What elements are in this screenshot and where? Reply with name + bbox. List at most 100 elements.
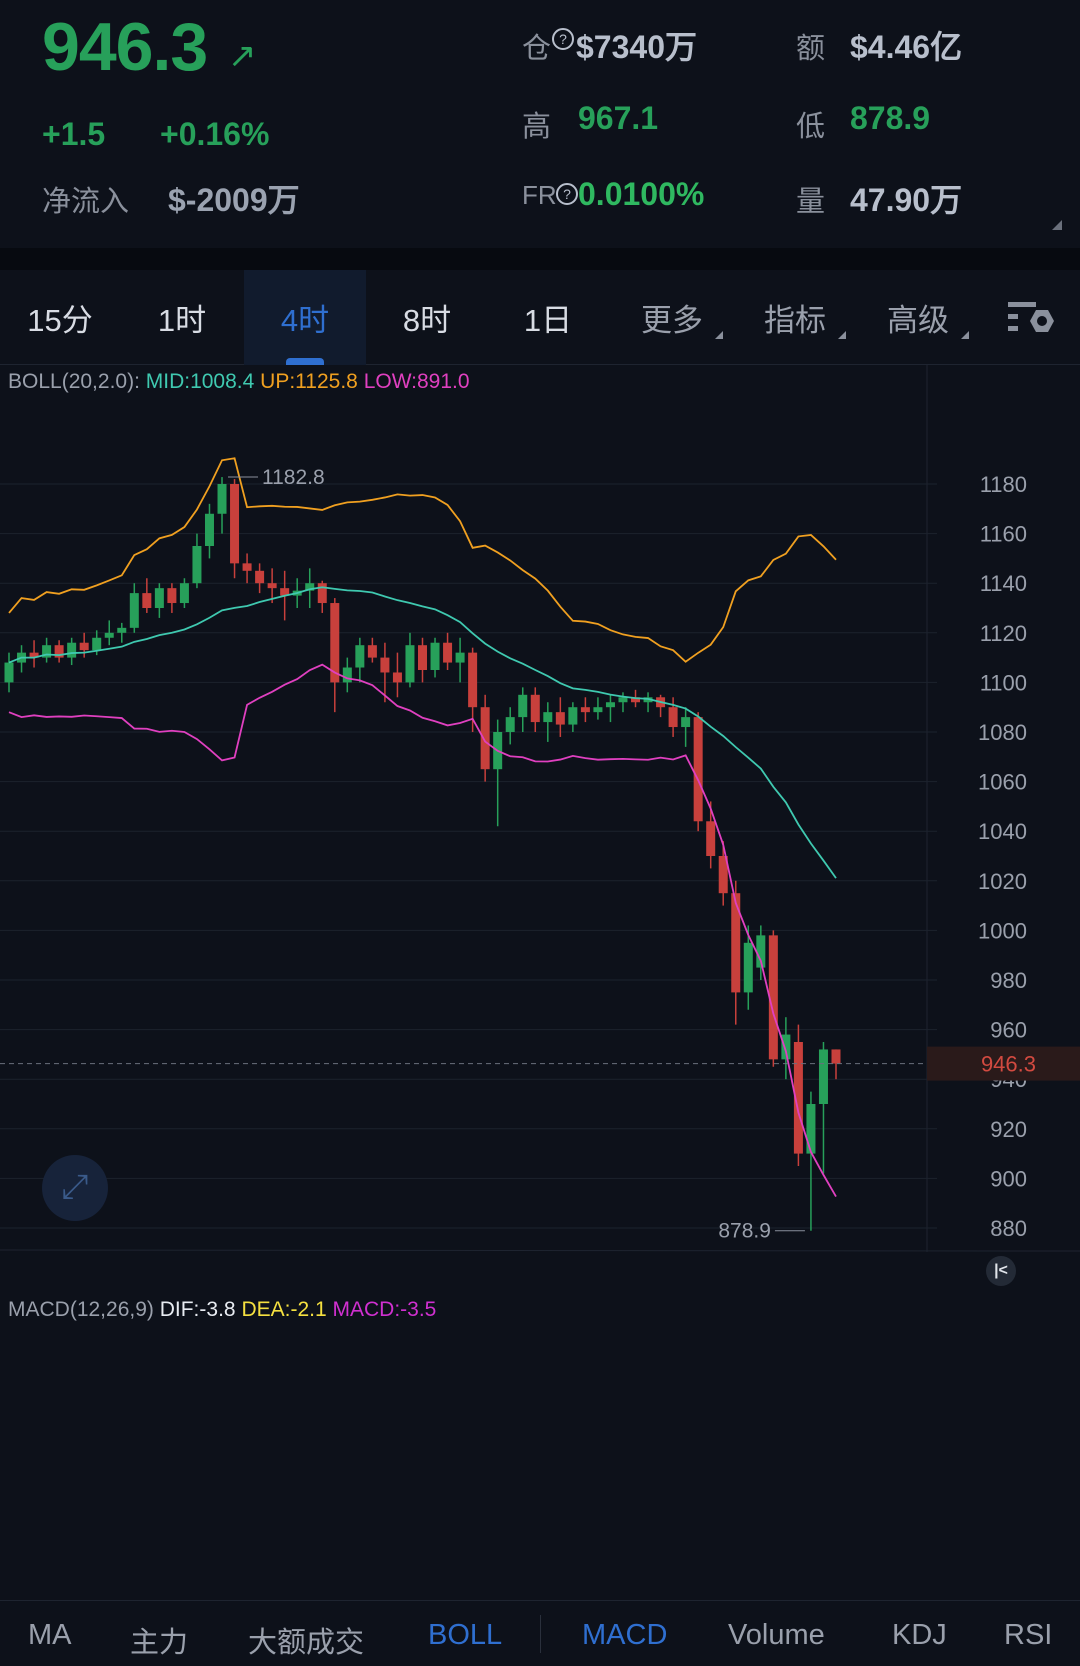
tab-more[interactable]: 更多 [617, 270, 727, 365]
candle-body [518, 694, 528, 718]
tab-4h[interactable]: 4时 [244, 270, 366, 365]
candle-body [217, 484, 227, 514]
candle-body [743, 942, 753, 993]
price-change: +1.5 [42, 116, 106, 152]
tab-15m[interactable]: 15分 [5, 270, 115, 365]
candle-body [443, 642, 453, 663]
candle-body [806, 1104, 816, 1154]
tab-label: 高级 [887, 303, 949, 338]
price-tick: 880 [990, 1216, 1027, 1241]
candle-body [255, 570, 265, 584]
candle-body [706, 821, 716, 856]
price-tick: 920 [990, 1117, 1027, 1142]
dropdown-icon [715, 331, 723, 339]
fr-label: FR [522, 180, 557, 210]
price-tick: 1100 [980, 670, 1027, 695]
tab-macd[interactable]: MACD [582, 1619, 667, 1652]
candle-body [167, 588, 177, 604]
macd-value: MACD:-3.5 [332, 1298, 437, 1321]
boll-upper-line [8, 457, 837, 663]
tab-8h[interactable]: 8时 [372, 270, 482, 365]
tab-ma[interactable]: MA [28, 1619, 72, 1652]
price-tick: 1060 [978, 770, 1027, 795]
candle-body [367, 645, 377, 658]
high-value: 967.1 [578, 100, 659, 136]
candle-body [580, 707, 590, 713]
candle-body [317, 583, 327, 604]
candle-body [392, 672, 402, 683]
volume-label: 量 [796, 186, 826, 218]
tab-label: 8时 [402, 303, 452, 338]
price-tick: 1020 [978, 869, 1027, 894]
candle-body [67, 642, 77, 658]
trend-up-arrow-icon: ↗ [228, 37, 257, 75]
tab-boll[interactable]: BOLL [428, 1619, 502, 1652]
low-marker: 878.9 [718, 1220, 771, 1243]
candle-body [79, 642, 89, 651]
turnover-value: $4.46亿 [850, 29, 963, 65]
macd-title: MACD(12,26,9) [8, 1298, 154, 1321]
volume-value: 47.90万 [850, 182, 963, 218]
tab-kdj[interactable]: KDJ [892, 1619, 947, 1652]
candle-body [267, 583, 277, 589]
candle-body [455, 652, 465, 663]
candle-body [418, 645, 427, 670]
candle-body [668, 707, 678, 728]
price-tick: 1080 [978, 720, 1027, 745]
price-tick: 1140 [980, 571, 1027, 596]
tab-indicators[interactable]: 指标 [740, 270, 850, 365]
candle-body [92, 637, 102, 651]
candle-body [405, 645, 415, 683]
candle-body [430, 642, 440, 670]
candle-body [505, 717, 515, 732]
candle-body [242, 563, 252, 571]
tab-rsi[interactable]: RSI [1004, 1619, 1052, 1652]
indicator-tabs: MA 主力 大额成交 BOLL MACD Volume KDJ RSI [0, 1600, 1080, 1666]
divider [0, 1249, 1080, 1252]
candle-body [543, 712, 553, 723]
tab-volume[interactable]: Volume [728, 1619, 825, 1652]
price-tick: 900 [990, 1166, 1027, 1191]
tab-large-trades[interactable]: 大额成交 [248, 1619, 364, 1661]
tab-1h[interactable]: 1时 [127, 270, 237, 365]
candle-body [831, 1049, 841, 1064]
candle-body [142, 593, 152, 608]
candle-body [104, 632, 114, 638]
turnover-label: 额 [796, 33, 826, 65]
help-icon[interactable]: ? [552, 28, 574, 50]
divider [0, 248, 1080, 270]
price-tick: 960 [990, 1018, 1027, 1043]
tab-1d[interactable]: 1日 [493, 270, 603, 365]
candle-body [818, 1049, 828, 1104]
candlestick-chart[interactable]: 1180 1160 1140 1120 1100 1080 1060 1040 1020 1000… [0, 365, 1080, 1255]
last-price: 946.3 [42, 9, 208, 85]
candle-body [618, 697, 628, 703]
high-label: 高 [522, 111, 552, 143]
price-tick: 980 [990, 968, 1027, 993]
expand-corner-icon[interactable] [1052, 220, 1062, 230]
price-tick: 1040 [978, 819, 1027, 844]
low-label: 低 [796, 111, 826, 143]
active-indicator [286, 358, 324, 365]
fr-value: 0.0100% [578, 176, 705, 212]
dropdown-icon [961, 331, 969, 339]
macd-dif: DIF:-3.8 [159, 1298, 236, 1321]
oi-label: 仓 [522, 33, 552, 65]
chart-settings-icon[interactable] [1006, 300, 1054, 340]
macd-legend: MACD(12,26,9) DIF:-3.8 DEA:-2.1 MACD:-3.… [8, 1298, 436, 1322]
help-icon[interactable]: ? [556, 183, 578, 205]
candle-body [568, 707, 578, 725]
fullscreen-icon[interactable]: ⤢ [42, 1155, 108, 1221]
candle-body [179, 583, 189, 604]
candle-body [693, 717, 703, 822]
netflow-value: $-2009万 [168, 182, 300, 218]
candle-body [681, 717, 691, 728]
low-value: 878.9 [850, 100, 931, 136]
price-tick: 1120 [980, 621, 1027, 646]
tab-main-force[interactable]: 主力 [130, 1619, 188, 1661]
candle-body [154, 588, 164, 608]
candle-body [468, 652, 478, 708]
tab-label: 指标 [764, 303, 826, 338]
scroll-to-latest-icon[interactable]: |< [986, 1256, 1016, 1286]
tab-advanced[interactable]: 高级 [863, 270, 973, 365]
